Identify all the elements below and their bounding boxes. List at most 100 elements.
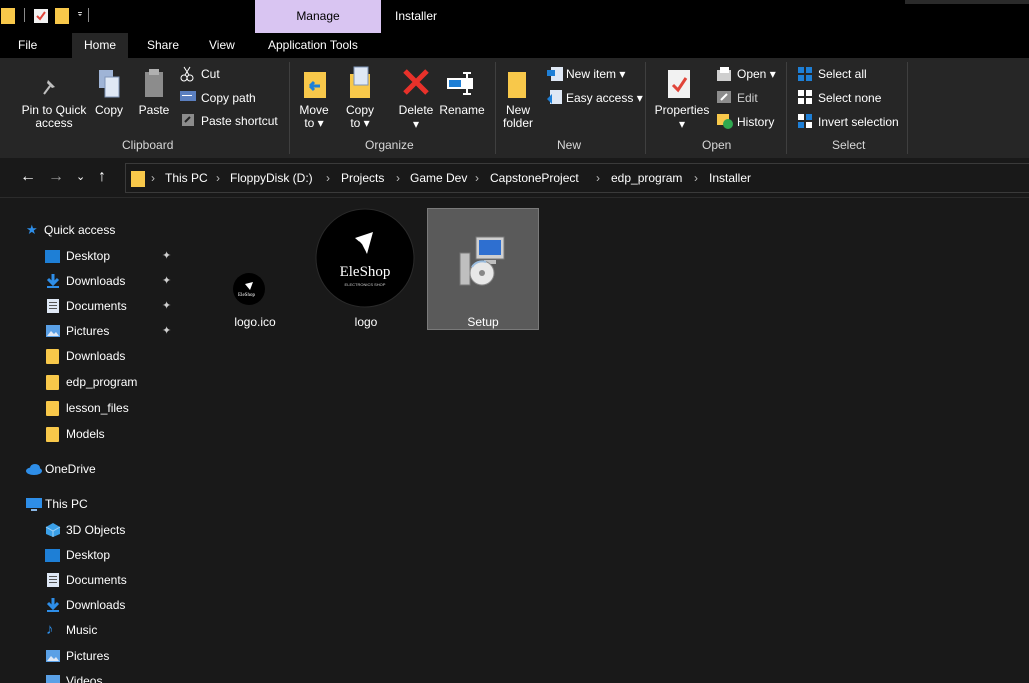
easy-access-button[interactable]: Easy access ▾ [566, 91, 643, 105]
open-button[interactable]: Open ▾ [737, 67, 776, 81]
copy-path-button[interactable]: Copy path [201, 91, 256, 105]
ribbon-separator [907, 62, 908, 154]
breadcrumb-installer[interactable]: Installer [709, 171, 751, 185]
pictures-icon [45, 649, 61, 666]
move-to-button[interactable]: Move to ▾ [296, 104, 332, 130]
title-bar-accent [905, 0, 1029, 4]
nav-item-desktop-pc[interactable]: Desktop [0, 544, 178, 566]
properties-dropdown-arrow[interactable]: ▾ [674, 118, 690, 131]
folder-icon [46, 375, 59, 390]
desktop-icon [45, 549, 60, 562]
nav-item-music[interactable]: ♪ Music [0, 619, 178, 641]
breadcrumb-separator: › [151, 171, 155, 185]
address-bar-row: ← → ⌄ ↑ › This PC › FloppyDisk (D:) › Pr… [0, 158, 1029, 198]
ribbon: Pin to Quick access Copy Paste Cut Copy … [0, 58, 1029, 158]
properties-check-icon[interactable] [33, 5, 49, 25]
delete-button[interactable]: Delete [394, 104, 438, 117]
tab-home[interactable]: Home [72, 33, 129, 58]
ribbon-separator [289, 62, 290, 154]
up-arrow-icon[interactable]: ↑ [98, 168, 106, 186]
tab-application-tools[interactable]: Application Tools [268, 38, 358, 52]
nav-item-label: Downloads [66, 598, 126, 612]
forward-arrow-icon[interactable]: → [48, 168, 64, 186]
breadcrumb-capstoneproject[interactable]: CapstoneProject [490, 171, 579, 185]
manage-context-tab-label: Manage [296, 9, 340, 23]
nav-item-label: Documents [66, 299, 127, 313]
pin-icon[interactable]: ✦ [162, 299, 171, 312]
nav-item-videos[interactable]: Videos [0, 670, 178, 683]
nav-item-3d-objects[interactable]: 3D Objects [0, 519, 178, 541]
tab-file[interactable]: File [18, 38, 37, 52]
breadcrumb-separator: › [326, 171, 330, 185]
file-tile-logo[interactable]: EleShop ELECTRONICS SHOP logo [315, 208, 417, 332]
breadcrumb-edp-program[interactable]: edp_program [611, 171, 682, 185]
file-tile-setup[interactable]: Setup [427, 208, 539, 330]
move-to-label-line2: to ▾ [304, 116, 324, 130]
navigation-pane: ★ Quick access Desktop ✦ Downloads ✦ Doc… [0, 199, 178, 683]
invert-selection-button[interactable]: Invert selection [818, 115, 899, 129]
folder-icon [0, 5, 16, 25]
nav-item-pictures[interactable]: Pictures ✦ [0, 320, 178, 342]
nav-item-downloads-folder[interactable]: Downloads [0, 345, 178, 367]
history-icon [716, 113, 734, 132]
select-all-button[interactable]: Select all [818, 67, 867, 81]
music-note-icon: ♪ [46, 621, 54, 638]
new-item-button[interactable]: New item ▾ [566, 67, 625, 81]
new-folder-button[interactable]: New folder [498, 104, 538, 130]
customize-qat-icon[interactable] [75, 5, 99, 25]
installer-icon [456, 233, 512, 292]
select-none-button[interactable]: Select none [818, 91, 881, 105]
nav-item-documents[interactable]: Documents ✦ [0, 295, 178, 317]
copy-to-button[interactable]: Copy to ▾ [342, 104, 378, 130]
nav-item-label: Downloads [66, 349, 126, 363]
pictures-icon [45, 324, 61, 341]
properties-button[interactable]: Properties [650, 104, 714, 117]
history-button[interactable]: History [737, 115, 774, 129]
nav-item-models[interactable]: Models [0, 423, 178, 445]
breadcrumb-projects[interactable]: Projects [341, 171, 384, 185]
cut-button[interactable]: Cut [201, 67, 220, 81]
nav-item-desktop[interactable]: Desktop ✦ [0, 245, 178, 267]
new-folder-icon[interactable] [54, 5, 70, 25]
download-arrow-icon [45, 273, 61, 292]
rename-button[interactable]: Rename [438, 104, 486, 117]
copy-icon [97, 68, 123, 103]
nav-item-edp-program[interactable]: edp_program [0, 371, 178, 393]
nav-item-downloads[interactable]: Downloads ✦ [0, 270, 178, 292]
nav-item-label: edp_program [66, 375, 138, 389]
nav-item-label: Pictures [66, 324, 110, 338]
pin-icon[interactable]: ✦ [162, 324, 171, 337]
download-arrow-icon [45, 597, 61, 616]
breadcrumb-this-pc[interactable]: This PC [165, 171, 208, 185]
pin-icon[interactable]: ✦ [162, 249, 171, 262]
logo-thumbnail-subtitle: ELECTRONICS SHOP [344, 282, 386, 287]
pin-to-quick-access-button[interactable]: Pin to Quick access [12, 104, 96, 130]
nav-onedrive[interactable]: OneDrive [0, 458, 178, 480]
tab-share[interactable]: Share [147, 38, 179, 52]
nav-item-pictures-pc[interactable]: Pictures [0, 645, 178, 667]
copy-button[interactable]: Copy [92, 104, 126, 117]
ribbon-separator [786, 62, 787, 154]
back-arrow-icon[interactable]: ← [20, 168, 36, 186]
select-group-label: Select [832, 138, 866, 152]
edit-button[interactable]: Edit [737, 91, 758, 105]
nav-quick-access[interactable]: ★ Quick access [0, 219, 178, 241]
nav-this-pc[interactable]: This PC [0, 493, 178, 515]
cut-icon [180, 66, 194, 85]
paste-shortcut-button[interactable]: Paste shortcut [201, 114, 278, 128]
nav-item-lesson-files[interactable]: lesson_files [0, 397, 178, 419]
paste-button[interactable]: Paste [136, 104, 172, 117]
desktop-icon [45, 250, 60, 263]
delete-dropdown-arrow[interactable]: ▾ [408, 118, 424, 131]
file-tile-logo-ico[interactable]: EleShop logo.ico [208, 208, 302, 332]
folder-icon [46, 401, 59, 416]
recent-locations-chevron-icon[interactable]: ⌄ [76, 170, 85, 183]
nav-item-downloads-pc[interactable]: Downloads [0, 594, 178, 616]
nav-item-documents-pc[interactable]: Documents [0, 569, 178, 591]
pin-icon[interactable]: ✦ [162, 274, 171, 287]
breadcrumb-floppydisk[interactable]: FloppyDisk (D:) [230, 171, 313, 185]
tab-view[interactable]: View [209, 38, 235, 52]
nav-onedrive-label: OneDrive [45, 462, 96, 476]
breadcrumb-game-dev[interactable]: Game Dev [410, 171, 467, 185]
manage-context-tab[interactable]: Manage [255, 0, 381, 33]
